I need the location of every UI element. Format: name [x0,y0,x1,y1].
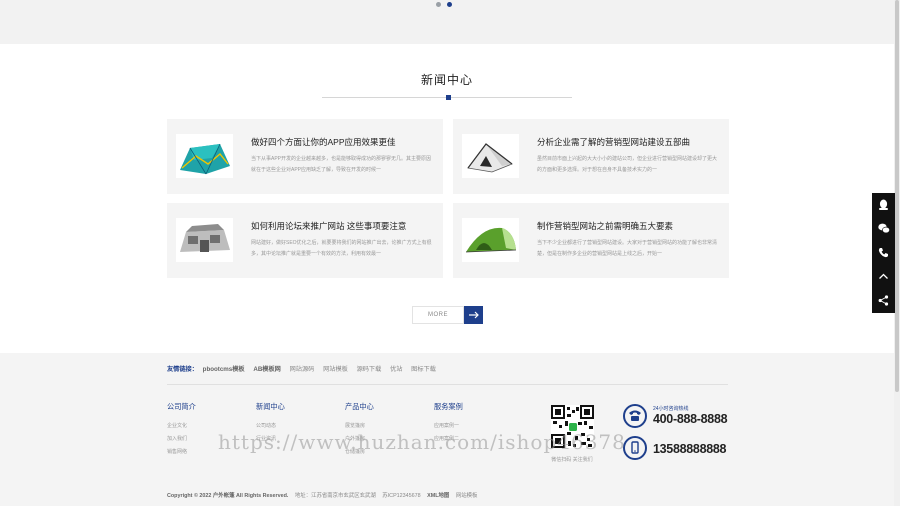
arrow-right-icon[interactable] [464,306,483,324]
footer-link[interactable]: 加入我们 [167,435,196,448]
friend-link[interactable]: 优站 [390,366,402,373]
telephone-icon [623,404,647,428]
friend-links-label: 友情链接： [167,366,198,373]
mobile-number[interactable]: 13588888888 [653,442,726,456]
friend-link[interactable]: AB模板网 [253,366,281,373]
friend-link[interactable]: 源码下载 [357,366,382,373]
section-title: 新闻中心 [420,73,473,87]
news-thumb-tent-blue[interactable] [176,134,233,178]
news-card[interactable]: 做好四个方面让你的APP应用效果更佳 当下从事APP开发的企业越来越多，也是能够… [167,119,443,194]
friend-link[interactable]: pbootcms模板 [203,366,245,373]
footer-link[interactable]: 企业文化 [167,422,196,435]
hotline-number[interactable]: 400-888-8888 [653,412,728,426]
more-button[interactable]: MORE [412,306,483,324]
footer-column-heading[interactable]: 产品中心 [345,402,374,412]
news-desc: 虽然目前市面上兴起的大大小小的建站公司，但企业进行营销型网站建设却了更大的方面和… [537,156,718,173]
banner-bottom [0,0,894,44]
watermark-text: https://www.huzhan.com/ishop46378 [218,430,626,454]
footer-divider [167,384,728,385]
footer-column-heading[interactable]: 服务案例 [434,402,463,412]
footer-column-about: 公司简介 企业文化 加入我们 销售网络 [167,402,196,461]
news-thumb-tent-grey[interactable] [176,218,233,262]
share-icon[interactable] [872,289,895,313]
news-thumb-tent-green[interactable] [462,218,519,262]
side-toolbar [872,193,895,313]
scrollbar-thumb[interactable] [895,0,899,392]
phone-icon[interactable] [872,241,895,265]
news-thumb-tent-white[interactable] [462,134,519,178]
copyright-text: Copyright © 2022 户外帐篷 All Rights Reserve… [167,493,289,499]
copyright-bar: Copyright © 2022 户外帐篷 All Rights Reserve… [167,491,482,499]
news-title[interactable]: 分析企业需了解的营销型网站建设五部曲 [537,136,690,148]
news-desc: 当下从事APP开发的企业越来越多，也是能够取得成功的那寥寥无几。其主要原因就在于… [251,156,432,173]
footer-link[interactable]: 销售网络 [167,448,196,461]
news-card[interactable]: 如何利用论坛来推广网站 这些事项要注意 网站建好，做好SEO优化之后，就要要将我… [167,203,443,278]
wechat-icon[interactable] [872,217,895,241]
news-card[interactable]: 制作营销型网站之前需明确五大要素 当下不少企业都进行了营销型网站建设。大家对于营… [453,203,729,278]
footer-column-heading[interactable]: 新闻中心 [256,402,285,412]
template-link[interactable]: 网站模板 [456,493,478,499]
icp-link[interactable]: 苏ICP12345678 [382,493,420,499]
news-card[interactable]: 分析企业需了解的营销型网站建设五部曲 虽然目前市面上兴起的大大小小的建站公司，但… [453,119,729,194]
title-mark [446,95,451,100]
news-title[interactable]: 如何利用论坛来推广网站 这些事项要注意 [251,220,406,232]
friend-link[interactable]: 网站源码 [290,366,315,373]
friend-link[interactable]: 图标下载 [411,366,436,373]
banner-dot-2-active[interactable] [447,2,452,7]
news-desc: 当下不少企业都进行了营销型网站建设。大家对于营销型网站的功能了解也非常清楚，但是… [537,240,718,257]
more-button-label[interactable]: MORE [412,306,464,324]
back-to-top-icon[interactable] [872,265,895,289]
address-text: 地址：江苏省南京市玄武区玄武湖 [294,493,376,499]
mobile-phone-icon [623,436,647,460]
news-title[interactable]: 制作营销型网站之前需明确五大要素 [537,220,673,232]
sitemap-link[interactable]: XML地图 [427,493,449,499]
hotline-label: 24小时咨询热线 [653,406,689,412]
qr-caption: 微信扫码 关注我们 [551,457,593,463]
footer-column-heading[interactable]: 公司简介 [167,402,196,412]
banner-dot-1[interactable] [436,2,441,7]
friend-link[interactable]: 网站模板 [323,366,348,373]
friend-links: 友情链接： pbootcms模板 AB模板网 网站源码 网站模板 源码下载 优站… [167,364,443,373]
news-title[interactable]: 做好四个方面让你的APP应用效果更佳 [251,136,396,148]
news-desc: 网站建好，做好SEO优化之后，就要要将我们的网站推广出去，论推广方式上有很多，其… [251,240,432,257]
qq-icon[interactable] [872,193,895,217]
